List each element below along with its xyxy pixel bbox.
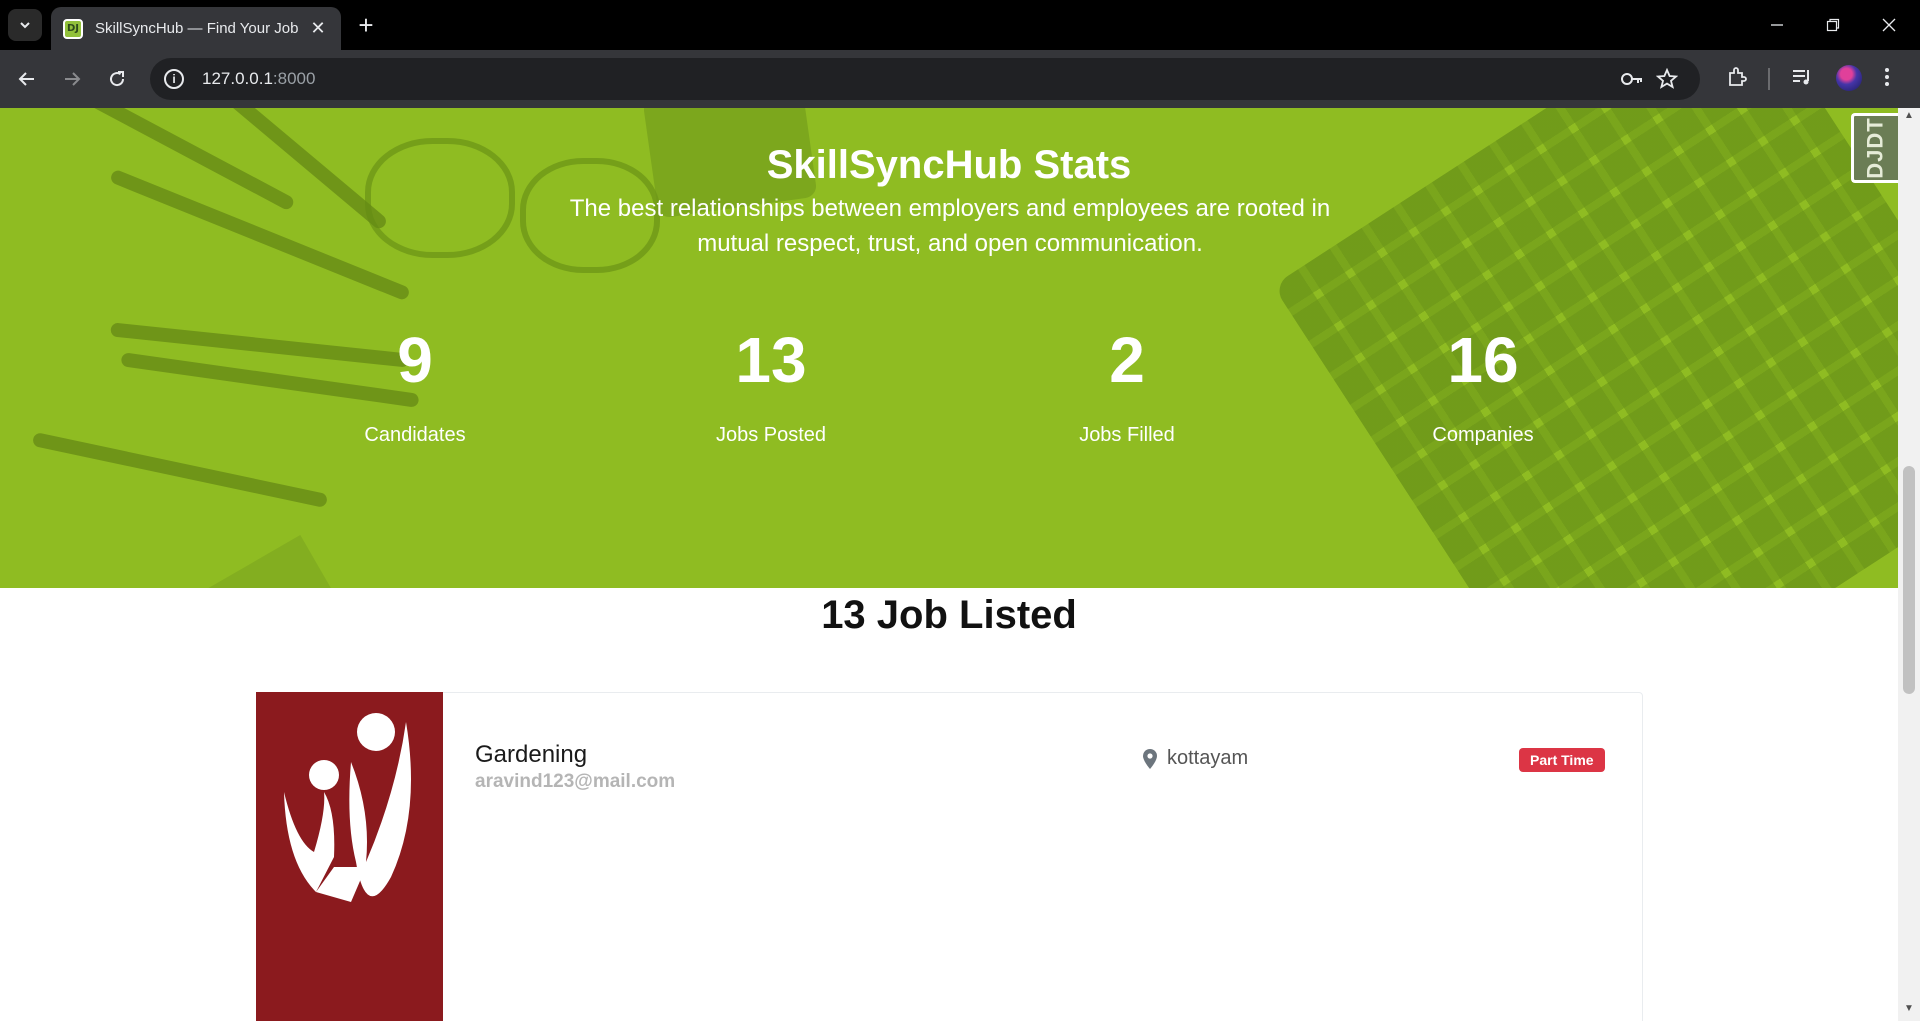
new-tab-button[interactable]: + bbox=[352, 11, 380, 39]
scrollbar-thumb[interactable] bbox=[1903, 466, 1915, 694]
browser-toolbar: i 127.0.0.1:8000 bbox=[0, 50, 1920, 108]
decorative-notepad bbox=[109, 535, 391, 588]
stat-jobs-posted: 13 Jobs Posted bbox=[641, 320, 901, 447]
media-queue-icon[interactable] bbox=[1790, 65, 1814, 95]
restore-button[interactable] bbox=[1810, 8, 1856, 42]
minimize-button[interactable] bbox=[1754, 8, 1800, 42]
back-icon bbox=[18, 72, 34, 86]
stats-section: SkillSyncHub Stats The best relationship… bbox=[0, 108, 1898, 588]
stat-label: Candidates bbox=[364, 424, 466, 446]
location-pin-icon bbox=[1143, 748, 1157, 769]
job-title[interactable]: Gardening bbox=[475, 741, 587, 769]
reload-icon bbox=[110, 71, 125, 87]
window-close-button[interactable] bbox=[1866, 8, 1912, 42]
reload-button[interactable] bbox=[100, 63, 134, 95]
url-text[interactable]: 127.0.0.1:8000 bbox=[202, 69, 315, 89]
job-location: kottayam bbox=[1143, 747, 1248, 770]
forward-icon bbox=[65, 72, 81, 86]
chevron-down-icon bbox=[20, 22, 30, 29]
stat-label: Jobs Filled bbox=[1079, 424, 1175, 446]
stat-label: Companies bbox=[1432, 424, 1534, 446]
job-type-badge: Part Time bbox=[1519, 748, 1605, 772]
tab-title: SkillSyncHub — Find Your Job bbox=[95, 20, 299, 37]
tab-close-icon[interactable]: ✕ bbox=[307, 18, 329, 39]
site-favicon-icon: DJ bbox=[63, 18, 83, 39]
scroll-down-arrow-icon[interactable]: ▼ bbox=[1898, 1003, 1920, 1019]
forward-button[interactable] bbox=[55, 63, 89, 95]
browser-tab-active[interactable]: DJ SkillSyncHub — Find Your Job ✕ bbox=[51, 7, 341, 50]
password-key-icon[interactable] bbox=[1620, 68, 1644, 96]
django-debug-toolbar-handle[interactable]: DJDT bbox=[1851, 113, 1898, 183]
address-bar[interactable]: i 127.0.0.1:8000 bbox=[150, 58, 1700, 100]
job-email: aravind123@mail.com bbox=[475, 771, 676, 792]
company-logo-figures-icon bbox=[284, 713, 411, 902]
job-location-text: kottayam bbox=[1167, 747, 1249, 769]
job-card[interactable]: Gardening aravind123@mail.com kottayam P… bbox=[256, 692, 1643, 1021]
browser-tab-strip: DJ SkillSyncHub — Find Your Job ✕ + bbox=[0, 0, 1920, 50]
extensions-icon[interactable] bbox=[1725, 65, 1749, 95]
djdt-label: DJDT bbox=[1863, 117, 1889, 179]
decorative-pen bbox=[31, 431, 329, 509]
bookmark-star-icon[interactable] bbox=[1655, 67, 1679, 96]
stat-value: 16 bbox=[1447, 324, 1519, 396]
back-button[interactable] bbox=[10, 63, 44, 95]
menu-dots-icon[interactable] bbox=[1882, 65, 1892, 95]
stats-title: SkillSyncHub Stats bbox=[766, 143, 1132, 187]
window-close-icon bbox=[1882, 18, 1896, 32]
jobs-listed-heading: 13 Job Listed bbox=[821, 593, 1077, 637]
tab-search-button[interactable] bbox=[8, 9, 42, 41]
toolbar-divider bbox=[1768, 68, 1770, 90]
url-host: 127.0.0.1 bbox=[202, 69, 273, 88]
stat-jobs-filled: 2 Jobs Filled bbox=[997, 320, 1257, 447]
stat-value: 13 bbox=[735, 324, 807, 396]
stat-label: Jobs Posted bbox=[715, 424, 827, 446]
page-scrollbar[interactable]: ▲ ▼ bbox=[1898, 108, 1920, 1021]
stat-value: 9 bbox=[397, 324, 433, 396]
url-port: :8000 bbox=[272, 69, 316, 88]
company-logo bbox=[256, 692, 443, 1021]
stats-subtitle: The best relationships between employers… bbox=[569, 195, 1331, 257]
site-info-icon[interactable]: i bbox=[164, 69, 184, 89]
stat-companies: 16 Companies bbox=[1353, 320, 1613, 447]
profile-avatar[interactable] bbox=[1836, 65, 1862, 91]
stat-value: 2 bbox=[1109, 324, 1145, 396]
stat-candidates: 9 Candidates bbox=[285, 320, 545, 447]
page-viewport: SkillSyncHub Stats The best relationship… bbox=[0, 108, 1920, 1021]
minimize-icon bbox=[1771, 24, 1783, 26]
scroll-up-arrow-icon[interactable]: ▲ bbox=[1898, 110, 1920, 126]
restore-icon bbox=[1826, 18, 1840, 32]
